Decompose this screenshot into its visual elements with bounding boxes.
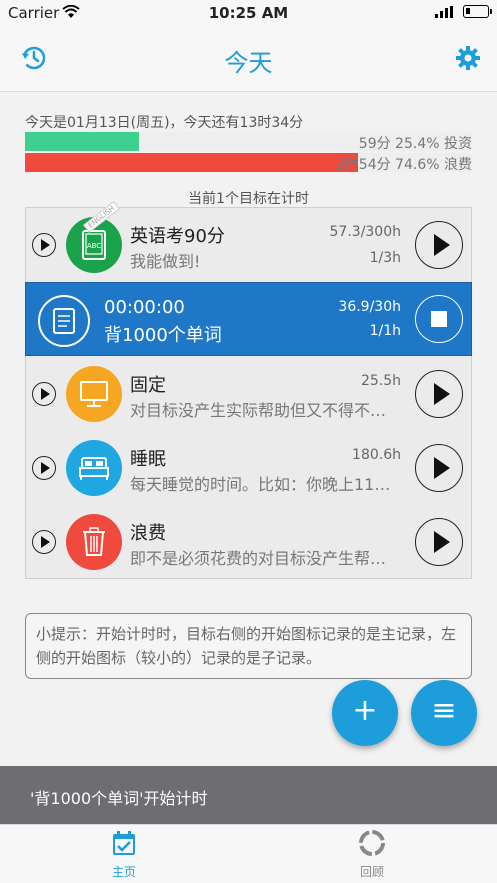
waste-bar-fill	[25, 153, 359, 172]
monitor-icon	[66, 366, 122, 422]
main-record-play-button[interactable]	[415, 518, 463, 566]
status-bar: Carrier 10:25 AM	[0, 0, 497, 26]
svg-text:ABC: ABC	[87, 242, 101, 250]
goal-row-english[interactable]: ABC ENGLISH 英语考90分 我能做到! 57.3/300h 1/3h	[26, 201, 471, 282]
bed-icon	[66, 440, 122, 496]
battery-icon	[463, 5, 492, 18]
goal-list: ABC ENGLISH 英语考90分 我能做到! 57.3/300h 1/3h …	[25, 201, 472, 579]
sub-record-play-button[interactable]	[32, 530, 56, 554]
main-record-play-button[interactable]	[415, 370, 463, 418]
goal-row-waste[interactable]: 浪费 即不是必须花费的对目标没产生帮助的事情	[26, 505, 471, 579]
clock: 10:25 AM	[208, 4, 289, 22]
menu-button[interactable]: ≡	[411, 680, 477, 746]
sub-record-play-button[interactable]	[32, 233, 56, 257]
invest-bar: 59分 25.4% 投资	[25, 132, 472, 152]
navigation-bar: 今天	[0, 26, 497, 92]
date-remaining-text: 今天是01月13日(周五)，今天还有13时34分	[25, 115, 304, 131]
tab-review[interactable]: 回顾	[312, 825, 432, 883]
tip-box: 小提示：开始计时时，目标右侧的开始图标记录的是主记录，左侧的开始图标（较小的）记…	[25, 613, 472, 679]
goal-subtitle: 即不是必须花费的对目标没产生帮助的事情	[130, 549, 400, 568]
plus-icon: +	[352, 693, 378, 728]
signal-icon	[435, 6, 453, 18]
goal-per: 1/1h	[369, 323, 401, 339]
page-title: 今天	[224, 49, 273, 77]
tab-home-label: 主页	[111, 865, 136, 879]
goal-subtitle: 对目标没产生实际帮助但又不得不做的事情	[130, 401, 400, 420]
goal-title: 英语考90分	[130, 226, 225, 247]
toast-message: '背1000个单词'开始计时	[0, 766, 497, 824]
tab-review-label: 回顾	[359, 865, 384, 879]
daily-summary: 今天是01月13日(周五)，今天还有13时34分 59分 25.4% 投资 2时…	[25, 112, 472, 173]
gear-icon[interactable]	[454, 44, 482, 72]
hamburger-icon: ≡	[431, 693, 457, 728]
review-ring-icon	[359, 830, 385, 856]
goal-row-fixed[interactable]: 固定 对目标没产生实际帮助但又不得不做的事情 25.5h	[26, 357, 471, 431]
sub-record-play-button[interactable]	[32, 382, 56, 406]
goal-row-words-active[interactable]: 00:00:00 背1000个单词 36.9/30h 1/1h	[25, 282, 472, 356]
notebook-icon	[38, 295, 90, 347]
add-goal-button[interactable]: +	[332, 680, 398, 746]
goal-subtitle: 我能做到!	[130, 252, 201, 271]
goal-title: 固定	[130, 375, 166, 396]
invest-label: 59分 25.4% 投资	[358, 136, 472, 152]
goal-hours: 25.5h	[360, 373, 401, 389]
goal-hours: 180.6h	[352, 447, 401, 463]
main-record-play-button[interactable]	[415, 444, 463, 492]
waste-bar: 2时54分 74.6% 浪费	[25, 153, 472, 173]
goal-title: 浪费	[130, 523, 166, 544]
goal-hours: 57.3/300h	[329, 224, 401, 240]
tab-bar: 主页 回顾	[0, 824, 497, 883]
calendar-check-icon	[113, 831, 135, 855]
goal-subtitle: 每天睡觉的时间。比如：你晚上11点睡觉	[130, 475, 400, 494]
waste-label: 2时54分 74.6% 浪费	[335, 157, 472, 173]
sub-record-play-button[interactable]	[32, 456, 56, 480]
goal-per: 1/3h	[369, 250, 401, 266]
invest-bar-fill	[25, 132, 139, 151]
goal-title: 睡眠	[130, 449, 166, 470]
trash-icon	[66, 514, 122, 570]
main-record-play-button[interactable]	[415, 221, 463, 269]
timing-status: 当前1个目标在计时	[188, 191, 309, 207]
goal-title: 背1000个单词	[104, 325, 222, 346]
tab-home[interactable]: 主页	[64, 825, 184, 883]
goal-row-sleep[interactable]: 睡眠 每天睡觉的时间。比如：你晚上11点睡觉 180.6h	[26, 431, 471, 505]
elapsed-timer: 00:00:00	[104, 297, 185, 318]
goal-hours: 36.9/30h	[338, 299, 401, 315]
stop-button[interactable]	[415, 295, 463, 343]
